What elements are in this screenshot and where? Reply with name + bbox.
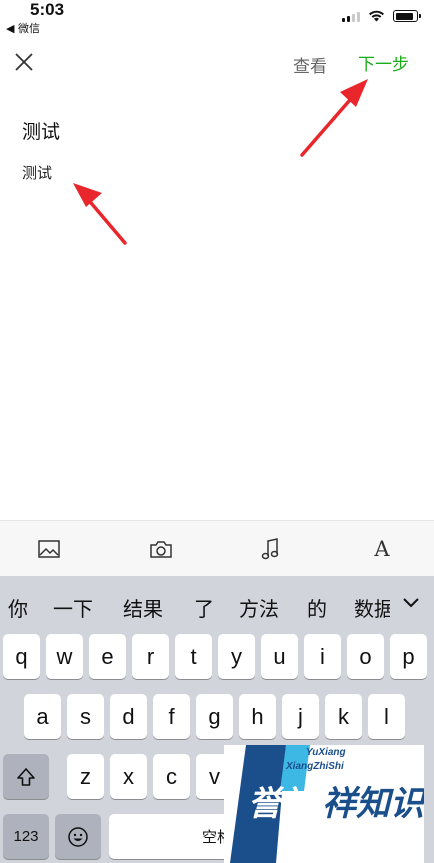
key-w[interactable]: w	[46, 634, 83, 679]
key-s[interactable]: s	[67, 694, 104, 739]
key-c[interactable]: c	[153, 754, 190, 799]
key-k[interactable]: k	[325, 694, 362, 739]
candidate-item-clipped[interactable]: 数据	[354, 576, 390, 628]
key-g[interactable]: g	[196, 694, 233, 739]
battery-icon	[393, 10, 421, 22]
nav-bar: 查看 下一步	[0, 40, 434, 86]
candidate-item[interactable]: 结果	[123, 593, 163, 622]
key-t[interactable]: t	[175, 634, 212, 679]
candidate-item[interactable]: 一下	[53, 593, 93, 622]
emoji-icon	[68, 826, 88, 847]
status-icons	[342, 9, 421, 23]
candidate-item[interactable]: 方法	[239, 593, 279, 622]
music-button[interactable]	[256, 535, 284, 563]
image-icon	[38, 540, 60, 558]
key-d[interactable]: d	[110, 694, 147, 739]
watermark-logo: YuXiang XiangZhiShi 誉祥 祥知识	[224, 745, 428, 863]
status-time: 5:03	[30, 0, 65, 19]
key-o[interactable]: o	[347, 634, 384, 679]
expand-candidates-button[interactable]	[399, 590, 423, 614]
svg-text:誉祥: 誉祥	[248, 784, 321, 824]
camera-icon	[150, 540, 172, 558]
key-y[interactable]: y	[218, 634, 255, 679]
next-step-button[interactable]: 下一步	[358, 50, 409, 75]
font-icon: A	[374, 537, 390, 561]
shift-icon	[17, 767, 35, 786]
key-a[interactable]: a	[24, 694, 61, 739]
key-i[interactable]: i	[304, 634, 341, 679]
status-bar: 5:03 ◀ 微信	[0, 0, 434, 36]
svg-text:YuXiang: YuXiang	[306, 747, 346, 758]
wifi-icon	[369, 10, 384, 22]
svg-text:XiangZhiShi: XiangZhiShi	[285, 761, 344, 772]
candidate-item[interactable]: 了	[194, 593, 214, 622]
key-x[interactable]: x	[110, 754, 147, 799]
view-button[interactable]: 查看	[293, 52, 327, 77]
key-e[interactable]: e	[89, 634, 126, 679]
svg-text:祥知识: 祥知识	[322, 784, 424, 824]
emoji-key[interactable]	[55, 814, 101, 859]
insert-image-button[interactable]	[35, 535, 63, 563]
arrow-to-next-button	[300, 79, 368, 157]
shift-key[interactable]	[3, 754, 49, 799]
music-note-icon	[261, 538, 279, 560]
key-r[interactable]: r	[132, 634, 169, 679]
numbers-key[interactable]: 123	[3, 814, 49, 859]
candidate-item[interactable]: 你	[8, 593, 28, 622]
cellular-signal-icon	[342, 11, 360, 22]
camera-button[interactable]	[147, 535, 175, 563]
candidate-item[interactable]: 的	[307, 593, 327, 622]
candidate-bar: 你 一下 结果 了 方法 的 数据	[0, 576, 434, 628]
key-u[interactable]: u	[261, 634, 298, 679]
key-l[interactable]: l	[368, 694, 405, 739]
arrow-to-body-text	[73, 183, 127, 245]
key-f[interactable]: f	[153, 694, 190, 739]
key-h[interactable]: h	[239, 694, 276, 739]
article-title[interactable]: 测试	[22, 117, 60, 144]
close-button[interactable]	[12, 50, 36, 74]
key-p[interactable]: p	[390, 634, 427, 679]
editor-toolbar: A	[0, 520, 434, 576]
key-q[interactable]: q	[3, 634, 40, 679]
chevron-down-icon	[403, 598, 419, 608]
key-z[interactable]: z	[67, 754, 104, 799]
key-j[interactable]: j	[282, 694, 319, 739]
font-format-button[interactable]: A	[368, 535, 396, 563]
back-to-app-link[interactable]: ◀ 微信	[6, 20, 40, 36]
close-icon	[15, 53, 33, 71]
article-body[interactable]: 测试	[22, 162, 52, 183]
